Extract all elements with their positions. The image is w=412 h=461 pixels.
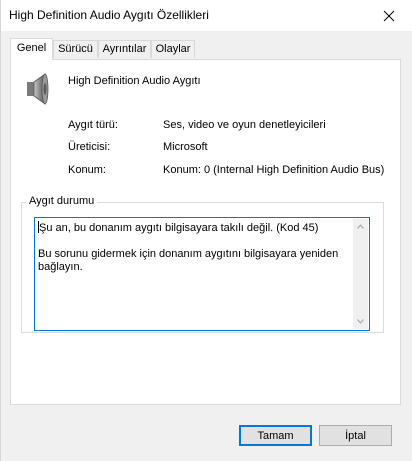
device-status-textbox[interactable]: Şu an, bu donanım aygıtı bilgisayara tak… <box>34 217 370 331</box>
title-bar[interactable]: High Definition Audio Aygıtı Özellikleri <box>1 0 412 31</box>
speaker-icon <box>27 73 49 105</box>
close-icon <box>383 10 395 21</box>
location-value: Konum: 0 (Internal High Definition Audio… <box>163 164 385 176</box>
device-status-group: Aygıt durumu Şu an, bu donanım aygıtı bi… <box>21 195 384 333</box>
tab-ayrintilar[interactable]: Ayrıntılar <box>98 40 151 58</box>
tab-genel[interactable]: Genel <box>10 38 53 60</box>
device-type-value: Ses, video ve oyun denetleyicileri <box>163 119 326 131</box>
scroll-down-button[interactable] <box>353 314 368 329</box>
chevron-up-icon <box>357 224 364 229</box>
location-label: Konum: <box>68 164 106 176</box>
properties-dialog: High Definition Audio Aygıtı Özellikleri… <box>0 0 412 461</box>
device-status-text: Şu an, bu donanım aygıtı bilgisayara tak… <box>38 221 350 287</box>
device-status-title: Aygıt durumu <box>26 195 98 207</box>
manufacturer-value: Microsoft <box>163 141 208 153</box>
window-title: High Definition Audio Aygıtı Özellikleri <box>9 8 209 22</box>
general-tab-panel: High Definition Audio Aygıtı Aygıt türü:… <box>10 59 401 405</box>
status-scrollbar[interactable] <box>353 219 368 329</box>
device-type-label: Aygıt türü: <box>68 119 118 131</box>
tab-olaylar[interactable]: Olaylar <box>151 40 195 58</box>
cancel-button[interactable]: İptal <box>319 425 392 446</box>
status-line-2: Bu sorunu gidermek için donanım aygıtını… <box>38 248 339 273</box>
device-name: High Definition Audio Aygıtı <box>68 75 201 87</box>
tab-surucu[interactable]: Sürücü <box>53 40 98 58</box>
chevron-down-icon <box>357 319 364 324</box>
manufacturer-label: Üreticisi: <box>68 141 111 153</box>
close-button[interactable] <box>366 0 412 31</box>
status-line-1: Şu an, bu donanım aygıtı bilgisayara tak… <box>39 222 319 234</box>
ok-button[interactable]: Tamam <box>239 425 312 446</box>
scroll-up-button[interactable] <box>353 219 368 234</box>
